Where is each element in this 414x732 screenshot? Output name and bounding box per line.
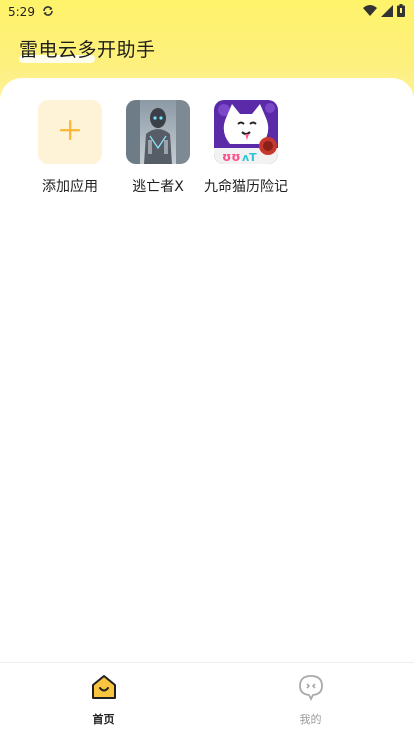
bottom-nav: 首页 我的 — [0, 662, 414, 732]
nine-lives-cat-app-icon[interactable]: ʊʊ ʌT — [214, 100, 278, 164]
app-label: 逃亡者X — [132, 179, 184, 195]
plus-icon — [58, 118, 82, 146]
tab-mine-label: 我的 — [299, 713, 322, 726]
tab-mine[interactable]: 我的 — [207, 663, 414, 732]
signal-icon — [381, 4, 393, 20]
app-label: 添加应用 — [42, 179, 98, 195]
app-item-nine-lives-cat[interactable]: ʊʊ ʌT 九命猫历险记 — [204, 100, 288, 196]
battery-icon — [397, 4, 405, 20]
page-title: 雷电云多开助手 — [19, 39, 156, 61]
app-list-panel: 添加应用 逃亡者X ʊʊ ʌT 九命猫历险记 — [0, 78, 414, 662]
tab-home-label: 首页 — [92, 713, 115, 726]
svg-text:ʌT: ʌT — [242, 151, 257, 164]
app-grid: 添加应用 逃亡者X ʊʊ ʌT 九命猫历险记 — [28, 100, 288, 196]
home-icon — [90, 673, 118, 705]
sync-icon — [42, 5, 54, 20]
status-time: 5:29 — [8, 5, 35, 19]
add-app-tile[interactable] — [38, 100, 102, 164]
status-bar: 5:29 — [0, 0, 414, 24]
escape-x-app-icon[interactable] — [126, 100, 190, 164]
app-label: 九命猫历险记 — [204, 179, 288, 195]
wifi-icon — [363, 4, 377, 20]
app-item-escape-x[interactable]: 逃亡者X — [116, 100, 200, 196]
svg-text:ʊʊ: ʊʊ — [222, 150, 241, 164]
profile-chat-icon — [297, 673, 325, 705]
add-app-button[interactable]: 添加应用 — [28, 100, 112, 196]
tab-home[interactable]: 首页 — [0, 663, 207, 732]
